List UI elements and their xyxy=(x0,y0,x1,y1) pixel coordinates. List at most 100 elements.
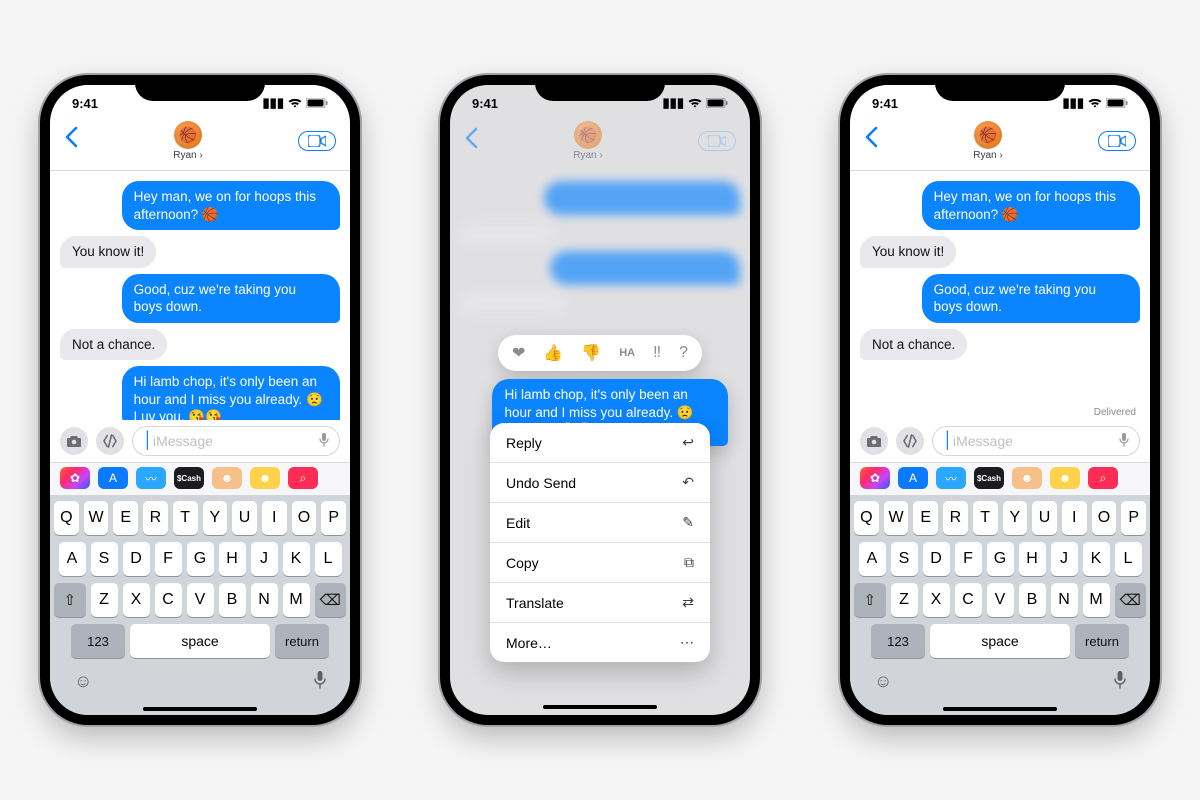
tapback-thumbsup[interactable]: 👍 xyxy=(543,343,563,363)
app-cash[interactable]: $Cash xyxy=(174,467,204,489)
key[interactable]: F xyxy=(155,542,182,576)
key[interactable]: F xyxy=(955,542,982,576)
menu-reply[interactable]: Reply ↩︎ xyxy=(490,423,710,463)
key[interactable]: V xyxy=(987,583,1014,617)
menu-copy[interactable]: Copy ⧉ xyxy=(490,543,710,583)
key[interactable]: E xyxy=(113,501,138,535)
message-received[interactable]: Not a chance. xyxy=(860,329,967,361)
key[interactable]: S xyxy=(891,542,918,576)
key[interactable]: K xyxy=(1083,542,1110,576)
home-indicator[interactable] xyxy=(143,707,257,711)
space-key[interactable]: space xyxy=(130,624,270,658)
key[interactable]: Y xyxy=(1003,501,1028,535)
emoji-key[interactable]: ☺ xyxy=(74,671,92,694)
back-button[interactable] xyxy=(64,126,78,155)
message-received[interactable]: You know it! xyxy=(860,236,956,268)
dictate-icon[interactable] xyxy=(1119,433,1129,450)
backspace-key[interactable]: ⌫ xyxy=(315,583,347,617)
home-indicator[interactable] xyxy=(943,707,1057,711)
tapback-heart[interactable]: ❤︎ xyxy=(512,343,525,363)
key[interactable]: P xyxy=(1121,501,1146,535)
key[interactable]: I xyxy=(1062,501,1087,535)
backspace-key[interactable]: ⌫ xyxy=(1115,583,1147,617)
back-button[interactable] xyxy=(864,126,878,155)
return-key[interactable]: return xyxy=(1075,624,1129,658)
key[interactable]: R xyxy=(143,501,168,535)
key[interactable]: V xyxy=(187,583,214,617)
key[interactable]: M xyxy=(1083,583,1110,617)
key[interactable]: D xyxy=(123,542,150,576)
key[interactable]: Z xyxy=(891,583,918,617)
facetime-button[interactable] xyxy=(1098,131,1136,151)
tapback-question[interactable]: ? xyxy=(679,344,688,362)
apps-button[interactable] xyxy=(896,427,924,455)
keyboard[interactable]: Q W E R T Y U I O P A S D F G H J K L xyxy=(850,495,1150,715)
apps-button[interactable] xyxy=(96,427,124,455)
key[interactable]: N xyxy=(251,583,278,617)
app-memoji2[interactable]: ☻ xyxy=(250,467,280,489)
message-list[interactable]: Hey man, we on for hoops this afternoon?… xyxy=(850,171,1150,420)
app-memoji2[interactable]: ☻ xyxy=(1050,467,1080,489)
message-sent[interactable]: Hey man, we on for hoops this afternoon?… xyxy=(122,181,340,230)
key[interactable]: H xyxy=(219,542,246,576)
message-sent[interactable]: Hi lamb chop, it's only been an hour and… xyxy=(122,366,340,420)
dictate-icon[interactable] xyxy=(319,433,329,450)
message-received[interactable]: Not a chance. xyxy=(60,329,167,361)
key[interactable]: W xyxy=(884,501,909,535)
key[interactable]: T xyxy=(973,501,998,535)
key[interactable]: G xyxy=(987,542,1014,576)
app-cash[interactable]: $Cash xyxy=(974,467,1004,489)
app-audio[interactable]: 〰 xyxy=(936,467,966,489)
tapback-thumbsdown[interactable]: 👎 xyxy=(581,343,601,363)
shift-key[interactable]: ⇧ xyxy=(854,583,886,617)
return-key[interactable]: return xyxy=(275,624,329,658)
key[interactable]: X xyxy=(923,583,950,617)
key[interactable]: G xyxy=(187,542,214,576)
message-received[interactable]: You know it! xyxy=(60,236,156,268)
emoji-key[interactable]: ☺ xyxy=(874,671,892,694)
key[interactable]: Z xyxy=(91,583,118,617)
key[interactable]: A xyxy=(59,542,86,576)
menu-edit[interactable]: Edit ✎ xyxy=(490,503,710,543)
camera-button[interactable] xyxy=(860,427,888,455)
key[interactable]: H xyxy=(1019,542,1046,576)
camera-button[interactable] xyxy=(60,427,88,455)
key[interactable]: B xyxy=(1019,583,1046,617)
mic-key[interactable] xyxy=(314,671,326,694)
app-strip[interactable]: ✿ A 〰 $Cash ☻ ☻ ⌕ xyxy=(850,462,1150,495)
message-sent[interactable]: Hey man, we on for hoops this afternoon?… xyxy=(922,181,1140,230)
space-key[interactable]: space xyxy=(930,624,1070,658)
key[interactable]: K xyxy=(283,542,310,576)
key[interactable]: M xyxy=(283,583,310,617)
mic-key[interactable] xyxy=(1114,671,1126,694)
app-audio[interactable]: 〰 xyxy=(136,467,166,489)
key[interactable]: X xyxy=(123,583,150,617)
menu-more[interactable]: More… ⋯ xyxy=(490,623,710,662)
facetime-button[interactable] xyxy=(298,131,336,151)
key[interactable]: A xyxy=(859,542,886,576)
app-search[interactable]: ⌕ xyxy=(288,467,318,489)
key[interactable]: O xyxy=(292,501,317,535)
numbers-key[interactable]: 123 xyxy=(71,624,125,658)
home-indicator[interactable] xyxy=(543,705,657,709)
key[interactable]: D xyxy=(923,542,950,576)
key[interactable]: R xyxy=(943,501,968,535)
shift-key[interactable]: ⇧ xyxy=(54,583,86,617)
key[interactable]: S xyxy=(91,542,118,576)
contact-header[interactable]: 🏀 Ryan › xyxy=(173,121,202,161)
menu-undo-send[interactable]: Undo Send ↶ xyxy=(490,463,710,503)
app-appstore[interactable]: A xyxy=(98,467,128,489)
app-photos[interactable]: ✿ xyxy=(860,467,890,489)
key[interactable]: B xyxy=(219,583,246,617)
message-context-menu[interactable]: Reply ↩︎ Undo Send ↶ Edit ✎ Copy ⧉ Trans… xyxy=(490,423,710,662)
key[interactable]: C xyxy=(955,583,982,617)
key[interactable]: L xyxy=(1115,542,1142,576)
message-sent[interactable]: Good, cuz we're taking you boys down. xyxy=(922,274,1140,323)
app-memoji[interactable]: ☻ xyxy=(1012,467,1042,489)
app-appstore[interactable]: A xyxy=(898,467,928,489)
key[interactable]: Q xyxy=(854,501,879,535)
tapback-haha[interactable]: HA xyxy=(619,347,635,359)
tapback-bar[interactable]: ❤︎ 👍 👎 HA ‼︎ ? xyxy=(498,335,702,371)
message-input[interactable]: │iMessage xyxy=(932,426,1140,456)
key[interactable]: T xyxy=(173,501,198,535)
